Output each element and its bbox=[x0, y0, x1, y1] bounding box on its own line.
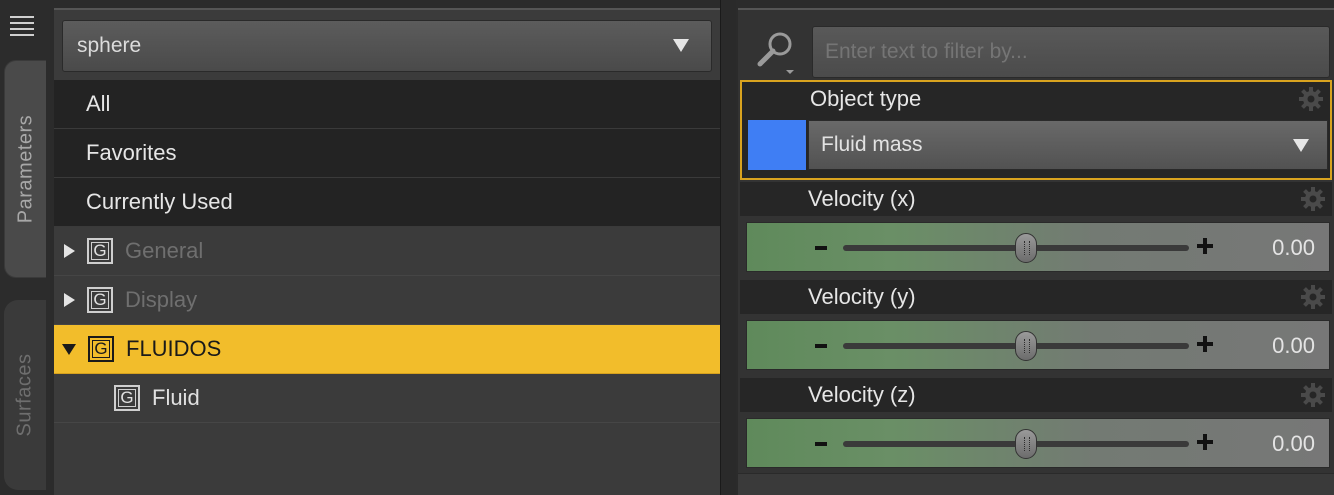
group-icon: G bbox=[87, 287, 113, 313]
menu-icon[interactable] bbox=[6, 6, 42, 46]
param-object-type: Object type Fluid mass bbox=[740, 80, 1332, 180]
filter-row bbox=[738, 16, 1334, 78]
object-type-value: Fluid mass bbox=[821, 133, 923, 156]
dropdown-arrow-icon bbox=[1293, 139, 1309, 152]
increment-button[interactable] bbox=[1197, 238, 1213, 254]
slider-handle[interactable] bbox=[1015, 429, 1037, 459]
param-title: Velocity (x) bbox=[740, 182, 1332, 216]
node-selector-value: sphere bbox=[77, 34, 142, 57]
increment-button[interactable] bbox=[1197, 434, 1213, 450]
filter-input[interactable] bbox=[812, 26, 1330, 78]
tree-item-currently-used[interactable]: Currently Used bbox=[54, 178, 720, 227]
param-velocity-x: Velocity (x) 0.00 bbox=[740, 182, 1332, 278]
tree-item-favorites[interactable]: Favorites bbox=[54, 129, 720, 178]
velocity-x-slider[interactable]: 0.00 bbox=[746, 222, 1330, 272]
decrement-button[interactable] bbox=[815, 246, 827, 250]
property-groups-panel: sphere All Favorites Currently Used G Ge… bbox=[54, 8, 720, 495]
object-type-color-swatch[interactable] bbox=[748, 120, 806, 170]
slider-handle[interactable] bbox=[1015, 331, 1037, 361]
param-title: Velocity (y) bbox=[740, 280, 1332, 314]
velocity-z-slider[interactable]: 0.00 bbox=[746, 418, 1330, 468]
param-velocity-z: Velocity (z) 0.00 bbox=[740, 378, 1332, 474]
tree-item-label: Favorites bbox=[86, 140, 177, 165]
group-icon: G bbox=[88, 336, 114, 362]
gear-icon[interactable] bbox=[1300, 186, 1326, 212]
param-label: Velocity (z) bbox=[808, 382, 916, 407]
tab-surfaces[interactable]: Surfaces bbox=[4, 300, 46, 490]
tab-strip: Parameters Surfaces bbox=[0, 0, 50, 495]
gear-icon[interactable] bbox=[1300, 284, 1326, 310]
collapse-arrow-icon[interactable] bbox=[62, 343, 76, 355]
parameters-panel: Object type Fluid mass Velocity (x) 0. bbox=[738, 8, 1334, 495]
param-label: Velocity (x) bbox=[808, 186, 916, 211]
panel-footer bbox=[738, 473, 1334, 495]
gear-icon[interactable] bbox=[1298, 86, 1324, 112]
decrement-button[interactable] bbox=[815, 442, 827, 446]
search-icon[interactable] bbox=[752, 26, 802, 76]
param-label: Object type bbox=[810, 86, 922, 111]
velocity-y-slider[interactable]: 0.00 bbox=[746, 320, 1330, 370]
param-velocity-y: Velocity (y) 0.00 bbox=[740, 280, 1332, 376]
slider-handle[interactable] bbox=[1015, 233, 1037, 263]
velocity-y-value[interactable]: 0.00 bbox=[1272, 333, 1315, 359]
increment-button[interactable] bbox=[1197, 336, 1213, 352]
decrement-button[interactable] bbox=[815, 344, 827, 348]
velocity-z-value[interactable]: 0.00 bbox=[1272, 431, 1315, 457]
tree-item-general[interactable]: G General bbox=[54, 227, 720, 276]
property-group-tree: All Favorites Currently Used G General G… bbox=[54, 80, 720, 423]
panel-splitter[interactable] bbox=[720, 0, 736, 495]
tab-parameters-label: Parameters bbox=[14, 114, 36, 224]
gear-icon[interactable] bbox=[1300, 382, 1326, 408]
tree-item-label: Display bbox=[125, 287, 198, 312]
tree-item-label: Fluid bbox=[152, 385, 200, 410]
param-title: Object type bbox=[742, 82, 1330, 116]
tree-item-display[interactable]: G Display bbox=[54, 276, 720, 325]
tree-item-label: All bbox=[86, 91, 111, 116]
expand-arrow-icon[interactable] bbox=[64, 244, 75, 258]
node-selector-dropdown[interactable]: sphere bbox=[62, 20, 712, 72]
expand-arrow-icon[interactable] bbox=[64, 293, 75, 307]
param-title: Velocity (z) bbox=[740, 378, 1332, 412]
velocity-x-value[interactable]: 0.00 bbox=[1272, 235, 1315, 261]
tree-item-fluidos[interactable]: G FLUIDOS bbox=[54, 325, 720, 374]
group-icon: G bbox=[87, 238, 113, 264]
tree-item-label: Currently Used bbox=[86, 189, 233, 214]
object-type-dropdown[interactable]: Fluid mass bbox=[808, 120, 1328, 170]
tree-item-all[interactable]: All bbox=[54, 80, 720, 129]
tree-item-label: General bbox=[125, 238, 204, 263]
group-icon: G bbox=[114, 385, 140, 411]
tab-surfaces-label: Surfaces bbox=[13, 353, 36, 437]
tree-item-label: FLUIDOS bbox=[126, 336, 222, 361]
param-label: Velocity (y) bbox=[808, 284, 916, 309]
tree-item-fluid[interactable]: G Fluid bbox=[54, 374, 720, 423]
dropdown-arrow-icon bbox=[673, 39, 689, 52]
tab-parameters[interactable]: Parameters bbox=[4, 60, 46, 278]
